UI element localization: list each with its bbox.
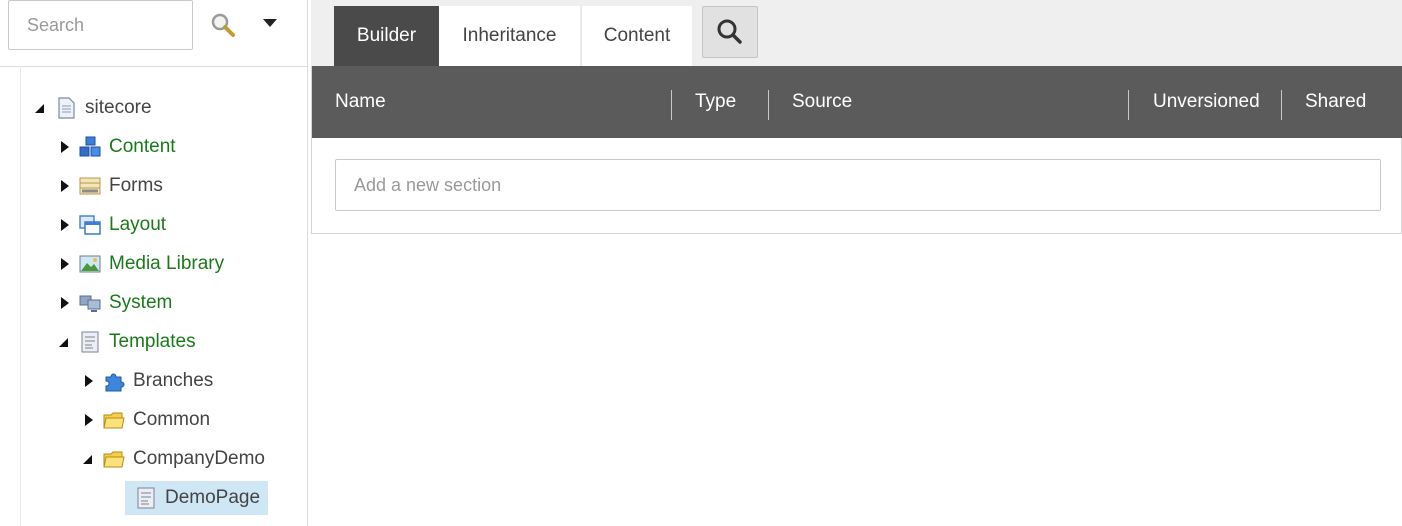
tree-node-label: System [109, 292, 173, 313]
tree-node-common[interactable]: Common [81, 403, 210, 437]
collapsed-arrow-icon[interactable] [57, 296, 71, 310]
tree-node-label: Content [109, 136, 176, 157]
tree-node-demo-page[interactable]: DemoPage [125, 481, 269, 515]
column-header-name: Name [335, 91, 386, 112]
tree-node-label: CompanyDemo [133, 448, 265, 469]
collapsed-arrow-icon[interactable] [81, 374, 95, 388]
search-options-dropdown[interactable] [256, 10, 284, 40]
search-icon [717, 19, 742, 44]
column-divider [1128, 90, 1129, 120]
template-icon [81, 331, 99, 353]
magnifier-icon [211, 13, 235, 37]
expanded-arrow-icon[interactable] [57, 335, 71, 349]
tree-node-label: Templates [109, 331, 196, 352]
collapsed-arrow-icon[interactable] [57, 140, 71, 154]
tree-search-bar [0, 0, 308, 67]
collapsed-arrow-icon[interactable] [57, 179, 71, 193]
add-section-input[interactable] [335, 159, 1381, 211]
tab-builder[interactable]: Builder [334, 6, 439, 66]
image-icon [79, 255, 101, 273]
column-header-type: Type [695, 91, 737, 112]
document-icon [58, 97, 75, 119]
collapsed-arrow-icon[interactable] [57, 257, 71, 271]
folder-icon [103, 451, 125, 468]
tree-node-templates[interactable]: Templates [57, 325, 196, 359]
collapsed-arrow-icon[interactable] [57, 218, 71, 232]
content-tree: sitecore Content Forms Layout Media Libr… [0, 68, 307, 526]
column-header-unversioned: Unversioned [1153, 91, 1260, 112]
tree-node-media-library[interactable]: Media Library [57, 247, 224, 281]
tree-node-sitecore[interactable]: sitecore [33, 91, 152, 125]
search-input[interactable] [8, 0, 193, 50]
tab-inheritance[interactable]: Inheritance [439, 6, 580, 66]
column-header-shared: Shared [1305, 91, 1367, 112]
column-divider [1281, 90, 1282, 120]
tree-divider [20, 68, 21, 526]
template-icon [137, 487, 155, 509]
column-divider [671, 90, 672, 120]
layout-windows-icon [79, 215, 101, 235]
tree-node-forms[interactable]: Forms [57, 169, 163, 203]
tree-node-label: sitecore [85, 97, 152, 118]
tree-node-label: DemoPage [165, 487, 261, 508]
tree-node-label: Branches [133, 370, 214, 391]
fields-grid: Name Type Source Unversioned Shared [311, 66, 1402, 234]
tree-node-system[interactable]: System [57, 286, 172, 320]
tree-node-label: Forms [109, 175, 163, 196]
editor-tab-bar: Builder Inheritance Content [311, 0, 1402, 66]
forms-icon [79, 177, 101, 195]
tree-node-label: Common [133, 409, 211, 430]
expanded-arrow-icon[interactable] [81, 452, 95, 466]
grid-header: Name Type Source Unversioned Shared [312, 66, 1402, 138]
template-editor-panel: Builder Inheritance Content Name Type So… [311, 0, 1402, 526]
column-header-source: Source [792, 91, 853, 112]
tree-node-content[interactable]: Content [57, 130, 176, 164]
tree-node-branches[interactable]: Branches [81, 364, 213, 398]
system-computers-icon [79, 295, 101, 312]
puzzle-icon [105, 373, 125, 392]
tree-node-label: Media Library [109, 253, 225, 274]
tree-node-layout[interactable]: Layout [57, 208, 166, 242]
search-button[interactable] [206, 10, 242, 40]
folder-icon [103, 412, 125, 429]
caret-down-icon [263, 19, 277, 27]
tree-node-label: Layout [109, 214, 167, 235]
expanded-arrow-icon[interactable] [33, 101, 47, 115]
search-tab-button[interactable] [702, 6, 758, 58]
tab-content[interactable]: Content [581, 6, 692, 66]
column-divider [768, 90, 769, 120]
collapsed-arrow-icon[interactable] [81, 413, 95, 427]
tree-node-company-demo[interactable]: CompanyDemo [81, 442, 265, 476]
content-tree-panel: sitecore Content Forms [0, 0, 308, 526]
content-cubes-icon [79, 136, 101, 157]
